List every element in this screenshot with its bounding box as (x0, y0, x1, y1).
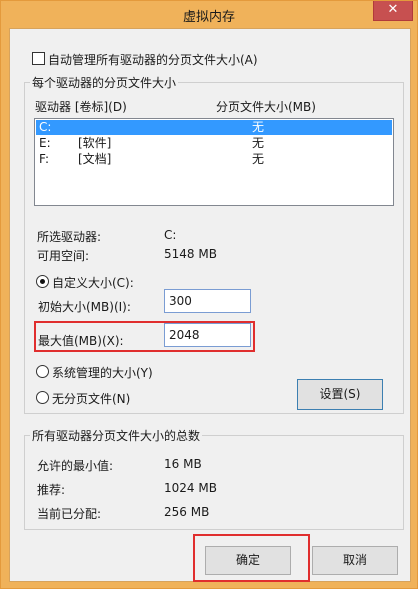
system-managed-label[interactable]: 系统管理的大小(Y) (52, 364, 153, 381)
drive-size: 无 (252, 120, 265, 134)
set-button[interactable]: 设置(S) (297, 379, 383, 410)
virtual-memory-window: 虚拟内存 ✕ 自动管理所有驱动器的分页文件大小(A) 每个驱动器的分页文件大小 … (0, 0, 418, 589)
drive-row[interactable]: F: [文档] 无 (36, 152, 392, 167)
free-space-label: 可用空间: (37, 249, 90, 263)
drive-size: 无 (252, 152, 265, 166)
free-space-value: 5148 MB (164, 247, 217, 261)
size-column-header: 分页文件大小(MB) (216, 100, 316, 114)
current-allocated-value: 256 MB (164, 505, 210, 519)
dialog-body: 自动管理所有驱动器的分页文件大小(A) 每个驱动器的分页文件大小 驱动器 [卷标… (9, 28, 411, 582)
current-allocated-label: 当前已分配: (37, 507, 102, 521)
no-paging-radio[interactable] (36, 391, 49, 404)
recommended-value: 1024 MB (164, 481, 217, 495)
selected-drive-value: C: (164, 228, 177, 242)
close-icon[interactable]: ✕ (388, 2, 399, 17)
drive-letter: E: (39, 136, 51, 150)
drive-letter: C: (39, 120, 52, 134)
drive-size: 无 (252, 136, 265, 150)
totals-group-title: 所有驱动器分页文件大小的总数 (30, 427, 203, 444)
selected-drive-label: 所选驱动器: (37, 230, 102, 244)
drive-row[interactable]: C: 无 (36, 120, 392, 135)
system-managed-radio[interactable] (36, 365, 49, 378)
window-title: 虚拟内存 (182, 10, 235, 25)
title-bar[interactable]: 虚拟内存 ✕ (1, 1, 417, 27)
drive-list[interactable]: C: 无 E: [软件] 无 F: [文档] 无 (34, 118, 394, 206)
min-allowed-label: 允许的最小值: (37, 459, 114, 473)
custom-size-radio[interactable] (36, 275, 49, 288)
custom-size-label[interactable]: 自定义大小(C): (52, 274, 134, 291)
drive-label: [软件] (78, 136, 112, 150)
drive-label: [文档] (78, 152, 112, 166)
auto-manage-checkbox[interactable] (32, 52, 45, 65)
initial-size-label: 初始大小(MB)(I): (38, 300, 131, 314)
drive-column-header: 驱动器 [卷标](D) (35, 100, 127, 114)
per-drive-group-title: 每个驱动器的分页文件大小 (30, 74, 179, 91)
no-paging-label[interactable]: 无分页文件(N) (52, 390, 130, 407)
max-size-highlight (34, 321, 255, 352)
cancel-button[interactable]: 取消 (312, 546, 398, 575)
close-button[interactable]: ✕ (373, 1, 413, 21)
auto-manage-label[interactable]: 自动管理所有驱动器的分页文件大小(A) (48, 51, 258, 68)
recommended-label: 推荐: (37, 483, 66, 497)
drive-row[interactable]: E: [软件] 无 (36, 136, 392, 151)
drive-letter: F: (39, 152, 50, 166)
min-allowed-value: 16 MB (164, 457, 202, 471)
initial-size-input[interactable]: 300 (164, 289, 251, 313)
ok-highlight (193, 534, 310, 582)
